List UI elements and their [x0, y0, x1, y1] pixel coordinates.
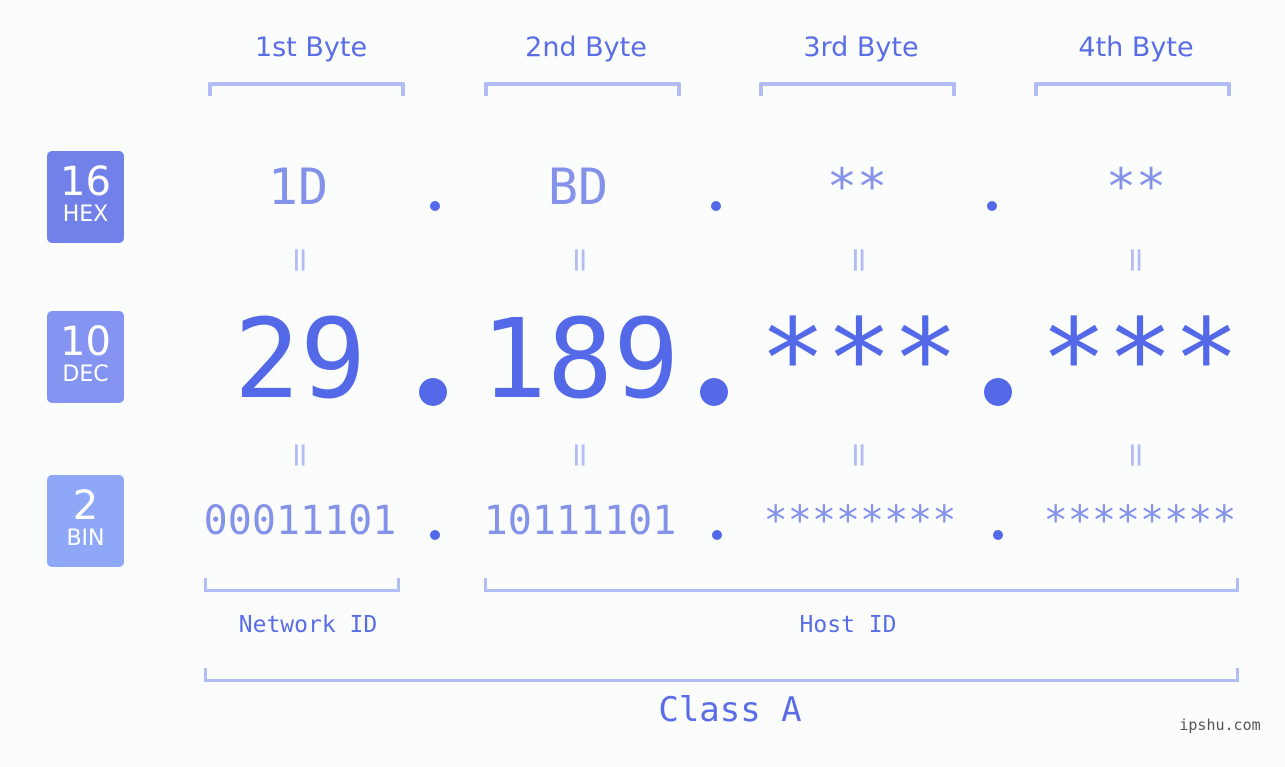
dec-dot-separator — [984, 378, 1012, 406]
network-id-bracket — [204, 578, 400, 592]
bin-value-1: 00011101 — [203, 498, 397, 544]
hex-value-1: 1D — [267, 158, 329, 216]
hex-value-2: BD — [547, 158, 609, 216]
bin-badge-number: 2 — [72, 483, 99, 529]
dec-value-1: 29 — [233, 295, 367, 423]
equals-icon: = — [839, 245, 879, 275]
hex-dot-separator — [430, 201, 440, 211]
byte-label-4: 4th Byte — [1078, 32, 1194, 63]
dec-badge-number: 10 — [60, 319, 111, 365]
equals-icon: = — [280, 440, 320, 470]
hex-badge-label: HEX — [62, 202, 109, 227]
bin-badge-label: BIN — [66, 526, 105, 551]
dec-value-4: *** — [1040, 295, 1240, 423]
hex-dot-separator — [987, 201, 997, 211]
byte-bracket-4 — [1034, 82, 1231, 96]
equals-icon: = — [560, 245, 600, 275]
bin-value-3: ******** — [763, 498, 957, 544]
host-id-bracket — [484, 578, 1239, 592]
equals-icon: = — [280, 245, 320, 275]
equals-icon: = — [560, 440, 600, 470]
byte-label-3: 3rd Byte — [803, 32, 919, 63]
equals-icon: = — [1116, 245, 1156, 275]
hex-value-4: ** — [1105, 158, 1167, 216]
bin-value-4: ******** — [1043, 498, 1237, 544]
hex-badge: 16 HEX — [47, 151, 124, 243]
hex-dot-separator — [711, 201, 721, 211]
bin-value-2: 10111101 — [483, 498, 677, 544]
class-bracket — [204, 668, 1239, 682]
byte-bracket-2 — [484, 82, 681, 96]
class-label: Class A — [658, 690, 802, 730]
bin-dot-separator — [430, 530, 440, 540]
dec-value-2: 189 — [480, 295, 680, 423]
byte-bracket-1 — [208, 82, 405, 96]
dec-value-3: *** — [759, 295, 959, 423]
equals-icon: = — [839, 440, 879, 470]
dec-dot-separator — [700, 378, 728, 406]
equals-icon: = — [1116, 440, 1156, 470]
bin-badge: 2 BIN — [47, 475, 124, 567]
host-id-label: Host ID — [799, 612, 897, 638]
bin-dot-separator — [993, 530, 1003, 540]
dec-dot-separator — [419, 378, 447, 406]
dec-badge-label: DEC — [62, 362, 109, 387]
watermark: ipshu.com — [1179, 716, 1261, 734]
bin-dot-separator — [712, 530, 722, 540]
network-id-label: Network ID — [238, 612, 378, 638]
byte-bracket-3 — [759, 82, 956, 96]
byte-label-2: 2nd Byte — [525, 32, 647, 63]
dec-badge: 10 DEC — [47, 311, 124, 403]
byte-label-1: 1st Byte — [254, 32, 368, 63]
hex-badge-number: 16 — [60, 159, 111, 205]
hex-value-3: ** — [826, 158, 888, 216]
